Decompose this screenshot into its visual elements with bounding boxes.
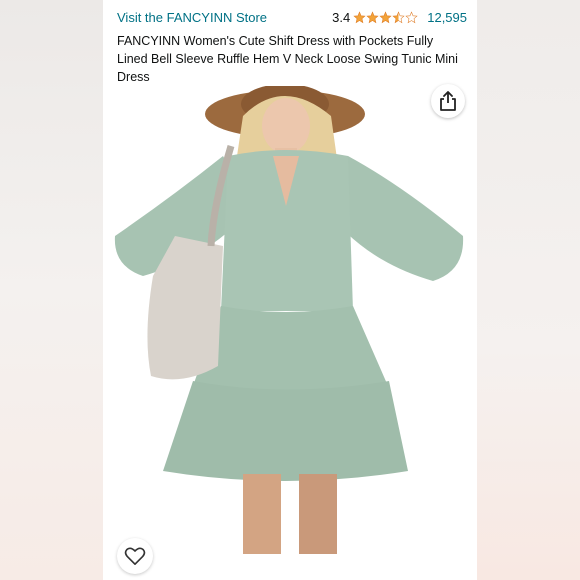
product-page: Visit the FANCYINN Store 3.4 12,595 FANC… (103, 0, 477, 580)
right-leg (299, 474, 337, 554)
star-half-icon (392, 10, 405, 23)
rating-value: 3.4 (332, 9, 351, 25)
wishlist-button[interactable] (117, 538, 153, 574)
heart-icon (124, 547, 146, 565)
review-count[interactable]: 12,595 (427, 10, 467, 25)
product-title: FANCYINN Women's Cute Shift Dress with P… (117, 34, 458, 84)
background-right (477, 0, 580, 580)
star-empty-icon (405, 10, 418, 23)
rating[interactable]: 3.4 12,595 (332, 10, 467, 25)
star-icon (379, 10, 392, 23)
dress-tier-1 (193, 306, 388, 394)
left-leg (243, 474, 281, 554)
star-icon (353, 10, 366, 23)
dress-tier-2 (163, 381, 408, 481)
background-left (0, 0, 103, 580)
face (262, 98, 310, 154)
share-button[interactable] (431, 84, 465, 118)
star-rating (353, 10, 418, 24)
product-header: Visit the FANCYINN Store 3.4 12,595 FANC… (117, 8, 467, 86)
dress-photo (114, 84, 464, 554)
star-icon (366, 10, 379, 23)
share-icon (440, 91, 456, 111)
product-image[interactable] (103, 84, 477, 580)
store-link[interactable]: Visit the FANCYINN Store (117, 10, 267, 25)
store-rating-row: Visit the FANCYINN Store 3.4 12,595 (117, 8, 467, 26)
